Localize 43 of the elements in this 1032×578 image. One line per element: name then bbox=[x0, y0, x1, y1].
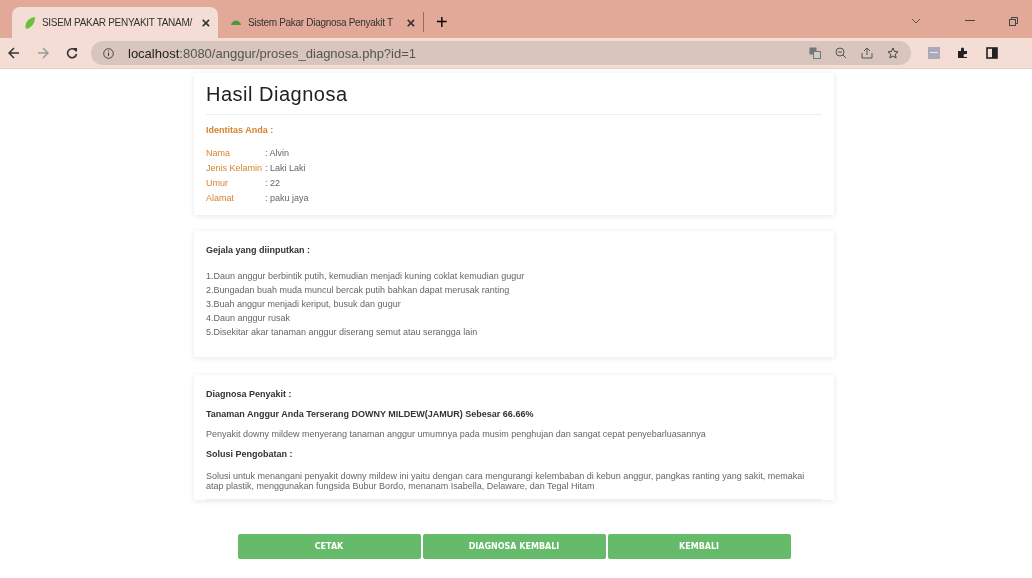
symptom-item: 5.Disekitar akar tanaman anggur diserang semut atau serangga lain bbox=[206, 326, 479, 339]
section-heading: Solusi Pengobatan : bbox=[206, 449, 294, 459]
section-heading: Identitas Anda : bbox=[206, 125, 275, 135]
zoom-icon[interactable] bbox=[835, 47, 847, 59]
share-icon[interactable] bbox=[861, 47, 873, 59]
section-heading: Gejala yang diinputkan : bbox=[206, 245, 312, 255]
tab-title: SISEM PAKAR PENYAKIT TANAM/ bbox=[42, 17, 194, 28]
restore-icon[interactable] bbox=[1009, 16, 1018, 26]
symptom-item: 3.Buah anggur menjadi keriput, busuk dan gugur bbox=[206, 298, 402, 311]
sidebar-icon[interactable] bbox=[986, 47, 998, 59]
field-label: Alamat bbox=[206, 193, 235, 203]
browser-tab[interactable]: SISEM PAKAR PENYAKIT TANAM/ × bbox=[12, 7, 218, 38]
close-icon[interactable]: × bbox=[201, 14, 210, 31]
field-label: Umur bbox=[206, 178, 229, 188]
chevron-down-icon[interactable] bbox=[911, 18, 921, 24]
field-value: : paku jaya bbox=[265, 193, 310, 203]
back-icon[interactable] bbox=[8, 47, 20, 59]
solution-text: Solusi untuk menangani penyakit downy mildew ini yaitu dengan cara mengurangi kelembaban di kebun anggur, pangkas ranting yang sakit, memakai atap plastik, menggunakan fungsida Bubur Bordo, menanam Isabella, Delaware, dan Tegal Hitam bbox=[206, 471, 806, 491]
page-title: Hasil Diagnosa bbox=[206, 83, 349, 106]
tab-title: Sistem Pakar Diagnosa Penyakit T bbox=[248, 16, 394, 28]
field-value: : Laki Laki bbox=[265, 163, 307, 173]
close-icon[interactable]: × bbox=[406, 13, 415, 31]
diagnosis-result: Tanaman Anggur Anda Terserang DOWNY MILDEW(JAMUR) Sebesar 66.66% bbox=[206, 409, 535, 419]
star-icon[interactable] bbox=[887, 47, 899, 59]
leaf-icon bbox=[24, 15, 36, 30]
field-value: : 22 bbox=[265, 178, 282, 188]
field-label: Nama bbox=[206, 148, 231, 158]
browser-tab[interactable]: Sistem Pakar Diagnosa Penyakit T × bbox=[218, 12, 424, 32]
section-heading: Diagnosa Penyakit : bbox=[206, 389, 293, 399]
reload-icon[interactable] bbox=[66, 47, 78, 59]
translate-icon[interactable] bbox=[809, 47, 821, 59]
new-tab-button[interactable]: + bbox=[436, 12, 448, 32]
disease-description: Penyakit downy mildew menyerang tanaman anggur umumnya pada musim penghujan dan sangat cepat penyebarluasannya bbox=[206, 429, 707, 439]
field-label: Jenis Kelamin bbox=[206, 163, 263, 173]
url-text: localhost:8080/anggur/proses_diagnosa.php?id=1 bbox=[128, 45, 417, 61]
symptom-item: 1.Daun anggur berbintik putih, kemudian menjadi kuning coklat kemudian gugur bbox=[206, 270, 526, 283]
minimize-icon[interactable] bbox=[965, 20, 975, 22]
puzzle-icon[interactable] bbox=[957, 47, 969, 59]
symptom-item: 2.Bungadan buah muda muncul bercak putih bahkan dapat merusak ranting bbox=[206, 284, 511, 297]
address-bar[interactable]: localhost:8080/anggur/proses_diagnosa.php?id=1 bbox=[91, 41, 911, 65]
symptom-item: 4.Daun anggur rusak bbox=[206, 312, 292, 325]
info-icon bbox=[103, 47, 114, 59]
field-value: : Alvin bbox=[265, 148, 291, 158]
